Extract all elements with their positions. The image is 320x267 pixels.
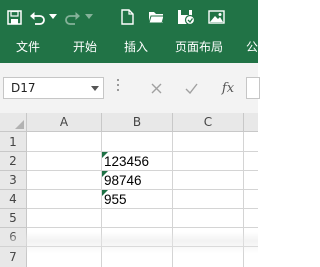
- row-header-7[interactable]: 7: [0, 247, 27, 267]
- column-header-d[interactable]: [244, 113, 258, 132]
- ribbon: 文件 开始 插入 页面布局 公: [0, 0, 258, 63]
- tab-page-layout[interactable]: 页面布局: [175, 36, 223, 58]
- cell-c5[interactable]: [173, 209, 244, 228]
- cell-a1[interactable]: [27, 132, 102, 152]
- cell-a7[interactable]: [27, 247, 102, 267]
- undo-dropdown-icon[interactable]: [47, 4, 59, 30]
- tab-formulas[interactable]: 公: [246, 36, 258, 58]
- select-all-triangle-icon: [15, 120, 24, 129]
- select-all-button[interactable]: [0, 113, 27, 132]
- row-header-2[interactable]: 2: [0, 152, 27, 171]
- cell-d6[interactable]: [244, 228, 258, 247]
- cell-a5[interactable]: [27, 209, 102, 228]
- enter-check-icon[interactable]: [183, 78, 199, 98]
- redo-dropdown-icon[interactable]: [83, 4, 95, 30]
- tab-home[interactable]: 开始: [73, 36, 97, 58]
- cell-c2[interactable]: [173, 152, 244, 171]
- cell-d4[interactable]: [244, 190, 258, 209]
- column-header-b[interactable]: B: [102, 113, 173, 132]
- cell-a3[interactable]: [27, 171, 102, 190]
- name-box[interactable]: D17: [3, 77, 104, 99]
- cell-b4-value: 955: [104, 192, 127, 207]
- cell-b4[interactable]: 955: [102, 190, 173, 209]
- cell-c4[interactable]: [173, 190, 244, 209]
- name-box-value: D17: [11, 81, 36, 95]
- save-to-cloud-icon[interactable]: [173, 4, 197, 30]
- tab-file[interactable]: 文件: [16, 36, 40, 58]
- cell-b6[interactable]: [102, 228, 173, 247]
- row-header-5[interactable]: 5: [0, 209, 27, 228]
- new-document-icon[interactable]: [117, 4, 137, 30]
- cell-a4[interactable]: [27, 190, 102, 209]
- formula-bar-splitter[interactable]: [117, 79, 120, 95]
- cell-b2-value: 123456: [104, 154, 150, 169]
- worksheet-grid: A B C 1 2 3 4 5 6 7 123456 98746 955: [0, 113, 258, 267]
- cell-c1[interactable]: [173, 132, 244, 152]
- cancel-icon[interactable]: [148, 78, 164, 98]
- cell-d5[interactable]: [244, 209, 258, 228]
- row-header-3[interactable]: 3: [0, 171, 27, 190]
- undo-icon[interactable]: [27, 4, 47, 30]
- cell-d7[interactable]: [244, 247, 258, 267]
- cell-b5[interactable]: [102, 209, 173, 228]
- row-header-6[interactable]: 6: [0, 228, 27, 247]
- redo-icon[interactable]: [63, 4, 83, 30]
- cell-a6[interactable]: [27, 228, 102, 247]
- cell-d2[interactable]: [244, 152, 258, 171]
- save-icon[interactable]: [4, 4, 24, 30]
- cell-d1[interactable]: [244, 132, 258, 152]
- tab-insert[interactable]: 插入: [124, 36, 148, 58]
- cell-c6[interactable]: [173, 228, 244, 247]
- cell-c3[interactable]: [173, 171, 244, 190]
- name-box-dropdown-icon[interactable]: [91, 86, 99, 91]
- cell-a2[interactable]: [27, 152, 102, 171]
- cell-b7[interactable]: [102, 247, 173, 267]
- cell-b3-value: 98746: [104, 173, 142, 188]
- column-header-a[interactable]: A: [27, 113, 102, 132]
- row-header-4[interactable]: 4: [0, 190, 27, 209]
- open-folder-icon[interactable]: [145, 4, 167, 30]
- cell-b2[interactable]: 123456: [102, 152, 173, 171]
- picture-icon[interactable]: [205, 4, 227, 30]
- cell-b3[interactable]: 98746: [102, 171, 173, 190]
- cell-d3[interactable]: [244, 171, 258, 190]
- column-header-c[interactable]: C: [173, 113, 244, 132]
- cell-b1[interactable]: [102, 132, 173, 152]
- cell-c7[interactable]: [173, 247, 244, 267]
- row-header-1[interactable]: 1: [0, 132, 27, 152]
- insert-function-button[interactable]: fx: [220, 78, 236, 98]
- formula-input[interactable]: [246, 77, 260, 99]
